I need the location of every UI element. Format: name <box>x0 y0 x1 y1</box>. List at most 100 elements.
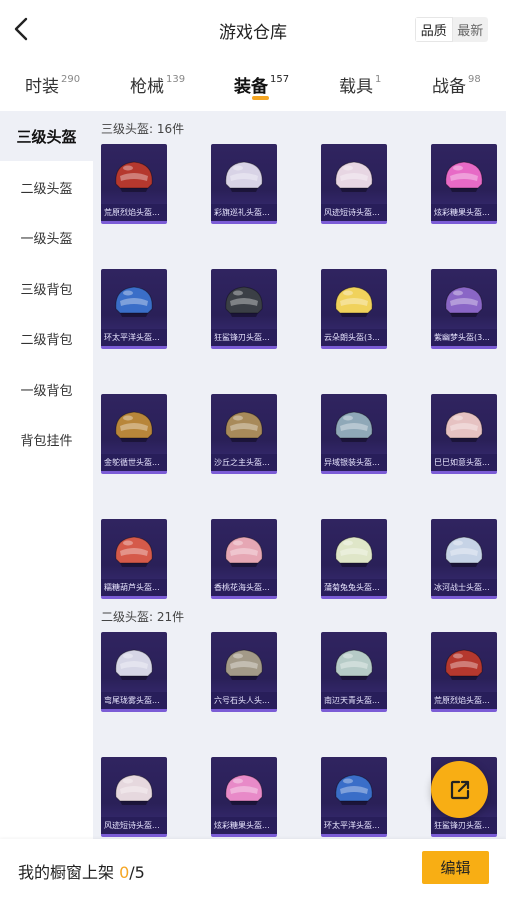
subcategory-sidebar: 三级头盔 二级头盔 一级头盔 三级背包 二级背包 一级背包 背包挂件 <box>0 111 93 839</box>
sort-toggle: 品质 最新 <box>415 17 488 42</box>
helmet-icon <box>445 286 483 317</box>
bottom-bar: 我的橱窗上架 0/5 编辑 <box>0 839 506 897</box>
item-name: 风迹短诗头盔... <box>101 817 167 834</box>
item-name: 巳巳如意头盔... <box>431 454 497 471</box>
item-name: 炫彩糖果头盔... <box>211 817 277 834</box>
item-name: 糯糖葫芦头盔... <box>101 579 167 596</box>
item-name: 云朵朗头盔(3... <box>321 329 387 346</box>
item-name: 荒原烈焰头盔... <box>431 692 497 709</box>
tab-label: 时装 <box>25 77 59 97</box>
sort-quality-button[interactable]: 品质 <box>415 17 453 42</box>
item-name: 沙丘之主头盔... <box>211 454 277 471</box>
helmet-icon <box>445 649 483 680</box>
item-name: 环太平洋头盔... <box>321 817 387 834</box>
section-title-lv2-helmet: 二级头盔: 21件 <box>101 610 185 624</box>
showcase-label: 我的橱窗上架 <box>18 863 120 882</box>
item-card[interactable]: 冰河战士头盔... <box>431 519 497 599</box>
item-name: 弯尾珑雾头盔... <box>101 692 167 709</box>
showcase-total-count: /5 <box>129 863 145 882</box>
item-card[interactable]: 南辺天青头盔... <box>321 632 387 712</box>
item-name: 六号石头人头... <box>211 692 277 709</box>
showcase-current-count: 0 <box>119 863 130 882</box>
item-card[interactable]: 香桃花海头盔... <box>211 519 277 599</box>
edit-button[interactable]: 编辑 <box>422 851 489 884</box>
helmet-icon <box>445 161 483 192</box>
item-name: 彩旗巡礼头盔... <box>211 204 277 221</box>
helmet-icon <box>115 286 153 317</box>
active-tab-indicator <box>252 96 269 100</box>
tab-supplies[interactable]: 战备 98 <box>432 72 481 97</box>
item-card[interactable]: 六号石头人头... <box>211 632 277 712</box>
helmet-icon <box>445 536 483 567</box>
item-card[interactable]: 风迹短诗头盔... <box>321 144 387 224</box>
helmet-icon <box>225 411 263 442</box>
tab-count: 1 <box>375 74 382 86</box>
item-card[interactable]: 云朵朗头盔(3... <box>321 269 387 349</box>
helmet-icon <box>225 536 263 567</box>
item-card[interactable]: 紫幽梦头盔(3... <box>431 269 497 349</box>
share-icon <box>450 780 469 799</box>
tab-equipment[interactable]: 装备 157 <box>234 72 289 97</box>
tab-label: 枪械 <box>130 77 164 97</box>
item-name: 冰河战士头盔... <box>431 579 497 596</box>
sidebar-item-lv3-backpack[interactable]: 三级背包 <box>0 263 93 313</box>
helmet-icon <box>115 536 153 567</box>
item-card[interactable]: 沙丘之主头盔... <box>211 394 277 474</box>
helmet-icon <box>225 286 263 317</box>
sidebar-item-lv1-backpack[interactable]: 一级背包 <box>0 364 93 414</box>
helmet-icon <box>335 411 373 442</box>
helmet-icon <box>115 161 153 192</box>
sidebar-item-lv3-helmet[interactable]: 三级头盔 <box>0 111 93 161</box>
item-card[interactable]: 彩旗巡礼头盔... <box>211 144 277 224</box>
item-card[interactable]: 荒原烈焰头盔... <box>431 632 497 712</box>
helmet-icon <box>335 774 373 805</box>
item-card[interactable]: 狂鲨锋刃头盔... <box>211 269 277 349</box>
tab-count: 290 <box>61 74 81 86</box>
item-name: 南辺天青头盔... <box>321 692 387 709</box>
helmet-icon <box>115 411 153 442</box>
section-title-lv3-helmet: 三级头盔: 16件 <box>101 122 185 136</box>
item-name: 蒲菊兔兔头盔... <box>321 579 387 596</box>
helmet-icon <box>225 774 263 805</box>
item-grid: 三级头盔: 16件 二级头盔: 21件 荒原烈焰头盔... 彩旗巡礼头盔... 风迹… <box>93 111 506 839</box>
item-card[interactable]: 糯糖葫芦头盔... <box>101 519 167 599</box>
tab-vehicles[interactable]: 载具 1 <box>339 72 381 97</box>
helmet-icon <box>335 286 373 317</box>
helmet-icon <box>225 649 263 680</box>
helmet-icon <box>335 536 373 567</box>
sidebar-item-backpack-charm[interactable]: 背包挂件 <box>0 414 93 464</box>
item-card[interactable]: 炫彩糖果头盔... <box>431 144 497 224</box>
tab-label: 装备 <box>234 77 268 97</box>
tab-firearms[interactable]: 枪械 139 <box>130 72 185 97</box>
item-name: 环太平洋头盔... <box>101 329 167 346</box>
sort-latest-button[interactable]: 最新 <box>453 17 489 42</box>
share-button[interactable] <box>431 761 488 818</box>
tab-label: 载具 <box>339 77 373 97</box>
tab-label: 战备 <box>432 77 466 97</box>
item-card[interactable]: 炫彩糖果头盔... <box>211 757 277 837</box>
item-card[interactable]: 荒原烈焰头盔... <box>101 144 167 224</box>
helmet-icon <box>225 161 263 192</box>
tab-count: 157 <box>270 74 290 86</box>
sidebar-item-lv1-helmet[interactable]: 一级头盔 <box>0 212 93 262</box>
item-name: 炫彩糖果头盔... <box>431 204 497 221</box>
item-card[interactable]: 金鸵循世头盔... <box>101 394 167 474</box>
sidebar-item-lv2-backpack[interactable]: 二级背包 <box>0 313 93 363</box>
item-card[interactable]: 蒲菊兔兔头盔... <box>321 519 387 599</box>
item-card[interactable]: 环太平洋头盔... <box>321 757 387 837</box>
item-name: 金鸵循世头盔... <box>101 454 167 471</box>
showcase-status: 我的橱窗上架 0/5 <box>18 859 145 883</box>
item-card[interactable]: 弯尾珑雾头盔... <box>101 632 167 712</box>
item-name: 狂鲨锋刃头盔... <box>431 817 497 834</box>
item-name: 香桃花海头盔... <box>211 579 277 596</box>
item-name: 紫幽梦头盔(3... <box>431 329 497 346</box>
item-name: 荒原烈焰头盔... <box>101 204 167 221</box>
item-card[interactable]: 环太平洋头盔... <box>101 269 167 349</box>
item-name: 风迹短诗头盔... <box>321 204 387 221</box>
item-name: 异域银装头盔... <box>321 454 387 471</box>
item-card[interactable]: 异域银装头盔... <box>321 394 387 474</box>
tab-fashion[interactable]: 时装 290 <box>25 72 80 97</box>
sidebar-item-lv2-helmet[interactable]: 二级头盔 <box>0 162 93 212</box>
item-card[interactable]: 风迹短诗头盔... <box>101 757 167 837</box>
item-card[interactable]: 巳巳如意头盔... <box>431 394 497 474</box>
